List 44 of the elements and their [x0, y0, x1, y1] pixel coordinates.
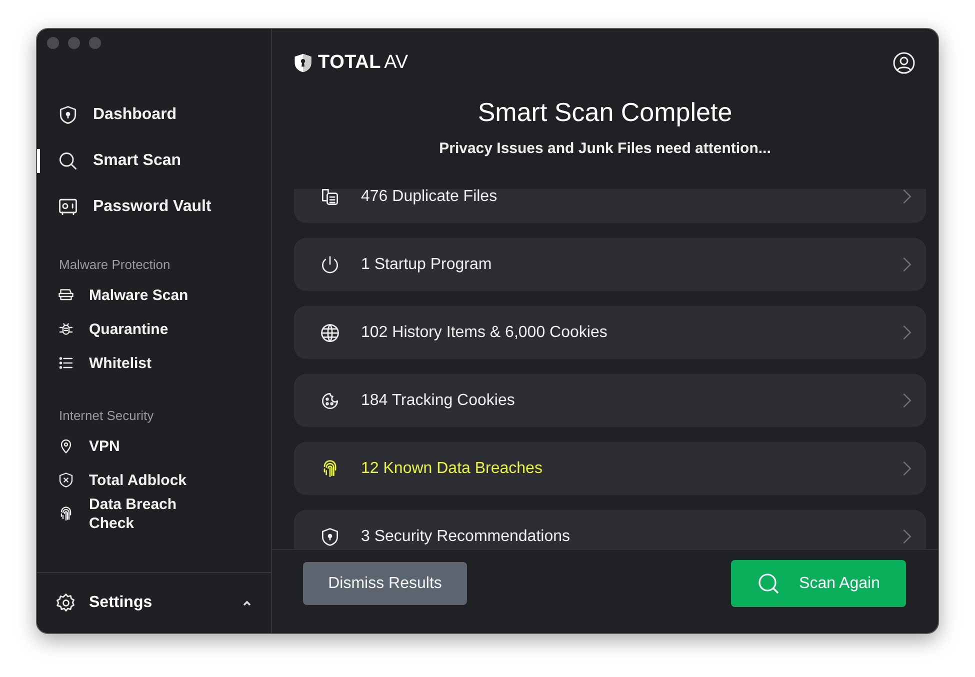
window-minimize-button[interactable]	[68, 37, 80, 49]
search-icon	[57, 150, 79, 172]
account-icon[interactable]	[892, 51, 916, 75]
chevron-right-icon	[902, 392, 912, 409]
window-close-button[interactable]	[47, 37, 59, 49]
globe-icon	[319, 322, 341, 344]
safe-icon	[57, 196, 79, 218]
page-title: Smart Scan Complete	[476, 96, 734, 128]
logo-wordmark: TOTALAV	[318, 52, 408, 74]
shield-icon	[319, 526, 341, 548]
sidebar-item[interactable]: Smart Scan	[37, 145, 271, 177]
sidebar-item[interactable]: Whitelist	[37, 350, 271, 376]
result-row[interactable]: 102 History Items & 6,000 Cookies	[294, 306, 926, 359]
shield-icon	[57, 104, 79, 126]
result-row[interactable]: 12 Known Data Breaches	[294, 442, 926, 495]
settings-icon	[55, 592, 77, 614]
section-heading: Internet Security	[58, 408, 155, 423]
section-heading: Malware Protection	[58, 257, 172, 272]
dismiss-results-button[interactable]: Dismiss Results	[303, 562, 467, 605]
bug-icon	[57, 320, 75, 338]
result-row[interactable]: 476 Duplicate Files	[294, 189, 926, 223]
files-icon	[319, 189, 341, 208]
sidebar-item[interactable]: Total Adblock	[37, 467, 271, 493]
search-icon	[757, 572, 782, 596]
chevron-right-icon	[902, 528, 912, 545]
sidebar-item[interactable]: Quarantine	[37, 316, 271, 342]
result-row[interactable]: 3 Security Recommendations	[294, 510, 926, 549]
result-row[interactable]: 184 Tracking Cookies	[294, 374, 926, 427]
chevron-right-icon	[902, 189, 912, 205]
chevron-right-icon	[902, 460, 912, 477]
power-icon	[319, 254, 341, 276]
window-zoom-button[interactable]	[89, 37, 101, 49]
chevron-right-icon	[902, 256, 912, 273]
settings-item[interactable]: Settings	[37, 572, 271, 633]
shield-logo-icon	[292, 52, 314, 74]
sidebar-item[interactable]: VPN	[37, 433, 271, 459]
sidebar-item[interactable]: Malware Scan	[37, 282, 271, 308]
list-icon	[57, 354, 75, 372]
result-row[interactable]: 1 Startup Program	[294, 238, 926, 291]
shield-x-icon	[57, 471, 75, 489]
chevron-right-icon	[902, 324, 912, 341]
sidebar-item[interactable]: Password Vault	[37, 191, 271, 223]
sidebar-item[interactable]: Dashboard	[37, 99, 271, 131]
page-subtitle: Privacy Issues and Junk Files need attention...	[438, 140, 772, 157]
